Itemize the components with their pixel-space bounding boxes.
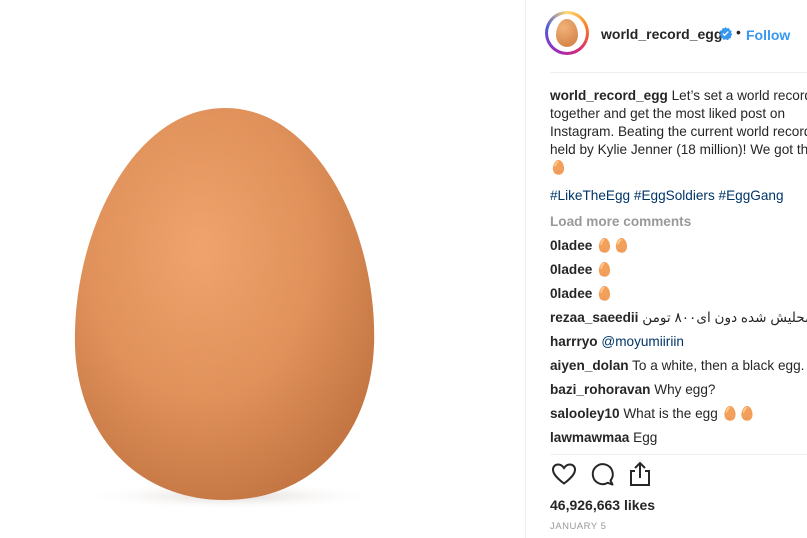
follow-button[interactable]: Follow [746,27,790,43]
comment-text: What is the egg 🥚🥚 [623,406,756,421]
comment-username[interactable]: lawmawmaa [550,430,629,445]
header-divider [550,72,807,73]
caption-username[interactable]: world_record_egg [550,88,668,103]
comment-text: 🥚 [596,286,614,301]
comment-item: harrryo @moyumiiriin [550,333,807,351]
comment-username[interactable]: aiyen_dolan [550,358,629,373]
comment-item: salooley10 What is the egg 🥚🥚 [550,405,807,423]
comment-mention-link[interactable]: @moyumiiriin [601,334,684,349]
comment-text: 🥚🥚 [596,238,630,253]
load-more-comments-button[interactable]: Load more comments [550,213,807,231]
comment-username[interactable]: 0ladee [550,286,592,301]
comment-item: 0ladee 🥚 [550,261,807,279]
comment-text: Egg [633,430,658,445]
comment-text: To a white, then a black egg. [632,358,805,373]
comment-item: 0ladee 🥚 [550,285,807,303]
comment-text: 🥚 [596,262,614,277]
comment-text: محلیش شده دون ای۸۰۰ تومن🐣🐣🐣 [642,310,807,325]
post-caption: world_record_egg Let’s set a world recor… [550,87,807,177]
post-header: world_record_egg • Follow [526,0,807,72]
profile-avatar[interactable] [545,11,589,55]
comment-username[interactable]: salooley10 [550,406,620,421]
post-sidebar: world_record_egg • Follow world_record_e… [525,0,807,538]
instagram-post: world_record_egg • Follow world_record_e… [0,0,807,538]
egg-avatar-icon [556,19,578,47]
heart-icon[interactable] [550,460,578,488]
share-icon[interactable] [626,460,654,488]
egg-photo-image [74,108,380,510]
comment-username[interactable]: bazi_rohoravan [550,382,650,397]
post-date[interactable]: JANUARY 5 [550,521,606,532]
comment-username[interactable]: 0ladee [550,262,592,277]
comment-item: rezaa_saeedii محلیش شده دون ای۸۰۰ تومن🐣🐣… [550,309,807,327]
comments-list[interactable]: world_record_egg Let’s set a world recor… [550,87,807,454]
comment-item: aiyen_dolan To a white, then a black egg… [550,357,807,375]
comment-item: 0ladee 🥚🥚 [550,237,807,255]
comment-username[interactable]: rezaa_saeedii [550,310,638,325]
verified-badge-icon [719,27,732,40]
caption-hashtags[interactable]: #LikeTheEgg #EggSoldiers #EggGang [550,187,807,205]
comment-username[interactable]: 0ladee [550,238,592,253]
post-photo[interactable] [0,0,525,538]
likes-count[interactable]: 46,926,663 likes [550,497,655,513]
comment-item: lawmawmaa Egg [550,429,807,447]
comment-bubble-icon[interactable] [588,460,616,488]
comment-username[interactable]: harrryo [550,334,598,349]
follow-separator: • [736,24,741,40]
header-username[interactable]: world_record_egg [601,26,722,42]
comment-item: bazi_rohoravan Why egg? [550,381,807,399]
comment-text: Why egg? [654,382,716,397]
actions-divider [550,454,807,455]
